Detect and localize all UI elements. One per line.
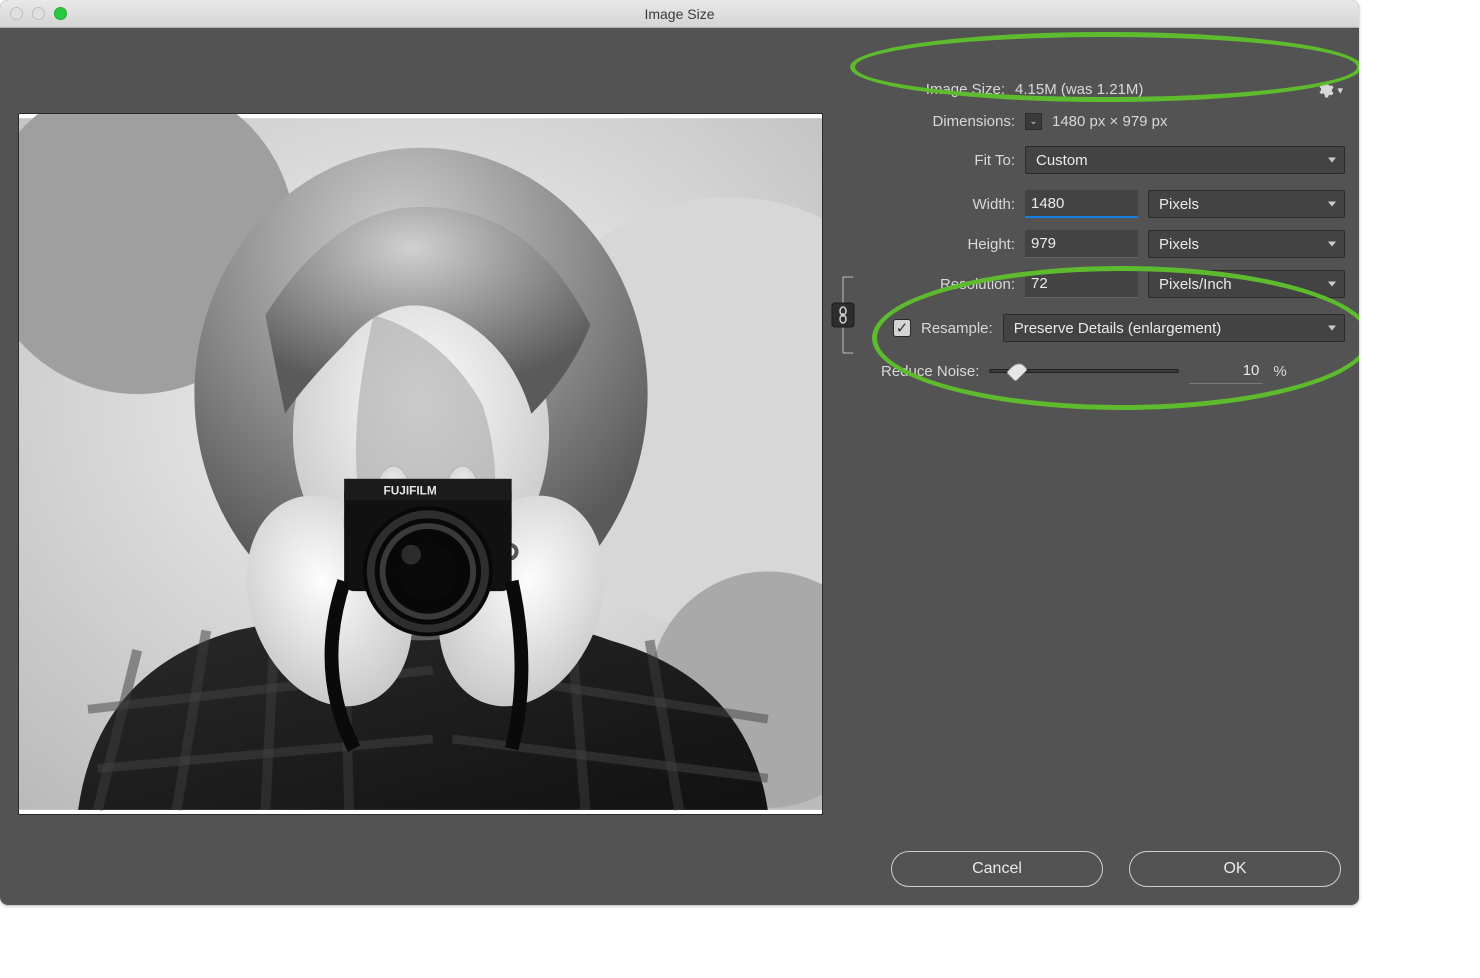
height-row: Height: Pixels (833, 230, 1345, 258)
dimensions-label: Dimensions: (833, 113, 1015, 130)
dialog-body: FUJIFILM ▾ Image Size: 4.15 (0, 28, 1359, 905)
resample-checkbox[interactable]: ✓ (893, 319, 911, 337)
form-panel: ▾ Image Size: 4.15M (was 1.21M) Dimensio… (823, 113, 1359, 905)
preview-illustration: FUJIFILM (19, 114, 822, 814)
height-input[interactable] (1025, 230, 1138, 258)
cancel-button-label: Cancel (972, 860, 1022, 878)
width-row: Width: Pixels (833, 190, 1345, 218)
resample-row: ✓ Resample: Preserve Details (enlargemen… (893, 314, 1345, 342)
fit-to-value: Custom (1036, 152, 1088, 169)
image-size-row: Image Size: 4.15M (was 1.21M) (823, 81, 1309, 98)
dialog-buttons: Cancel OK (891, 851, 1341, 887)
image-size-value: 4.15M (was 1.21M) (1015, 81, 1143, 98)
width-unit-value: Pixels (1159, 196, 1199, 213)
reduce-noise-slider[interactable] (989, 369, 1179, 373)
window-title: Image Size (0, 6, 1359, 22)
image-size-label: Image Size: (823, 81, 1005, 98)
reduce-noise-input[interactable] (1189, 358, 1263, 384)
resolution-input[interactable] (1025, 270, 1138, 298)
reduce-noise-row: Reduce Noise: % (881, 358, 1345, 384)
fit-to-select[interactable]: Custom (1025, 146, 1345, 174)
resolution-unit-select[interactable]: Pixels/Inch (1148, 270, 1345, 298)
fit-to-label: Fit To: (833, 152, 1015, 169)
ok-button-label: OK (1223, 860, 1246, 878)
width-label: Width: (833, 196, 1015, 213)
percent-suffix: % (1273, 363, 1286, 380)
constrain-proportions-lock[interactable] (829, 271, 857, 359)
resample-label: Resample: (921, 320, 993, 337)
resample-method-select[interactable]: Preserve Details (enlargement) (1003, 314, 1345, 342)
resolution-row: Resolution: Pixels/Inch (833, 270, 1345, 298)
resample-method-value: Preserve Details (enlargement) (1014, 320, 1222, 337)
resolution-label: Resolution: (833, 276, 1015, 293)
height-label: Height: (833, 236, 1015, 253)
ok-button[interactable]: OK (1129, 851, 1341, 887)
height-unit-select[interactable]: Pixels (1148, 230, 1345, 258)
dimensions-value: 1480 px × 979 px (1052, 113, 1168, 130)
dialog-window: Image Size (0, 0, 1359, 905)
dimensions-unit-toggle[interactable]: ⌄ (1025, 113, 1042, 130)
slider-thumb[interactable] (1006, 360, 1028, 382)
height-unit-value: Pixels (1159, 236, 1199, 253)
titlebar: Image Size (0, 0, 1359, 28)
width-input[interactable] (1025, 190, 1138, 218)
reduce-noise-label: Reduce Noise: (881, 363, 979, 380)
resolution-unit-value: Pixels/Inch (1159, 276, 1232, 293)
camera-brand-text: FUJIFILM (384, 484, 437, 498)
dimensions-row: Dimensions: ⌄ 1480 px × 979 px (833, 113, 1345, 130)
width-unit-select[interactable]: Pixels (1148, 190, 1345, 218)
chevron-down-icon: ⌄ (1029, 116, 1037, 127)
check-icon: ✓ (896, 319, 909, 337)
cancel-button[interactable]: Cancel (891, 851, 1103, 887)
fit-to-row: Fit To: Custom (833, 146, 1345, 174)
image-preview[interactable]: FUJIFILM (18, 113, 823, 815)
